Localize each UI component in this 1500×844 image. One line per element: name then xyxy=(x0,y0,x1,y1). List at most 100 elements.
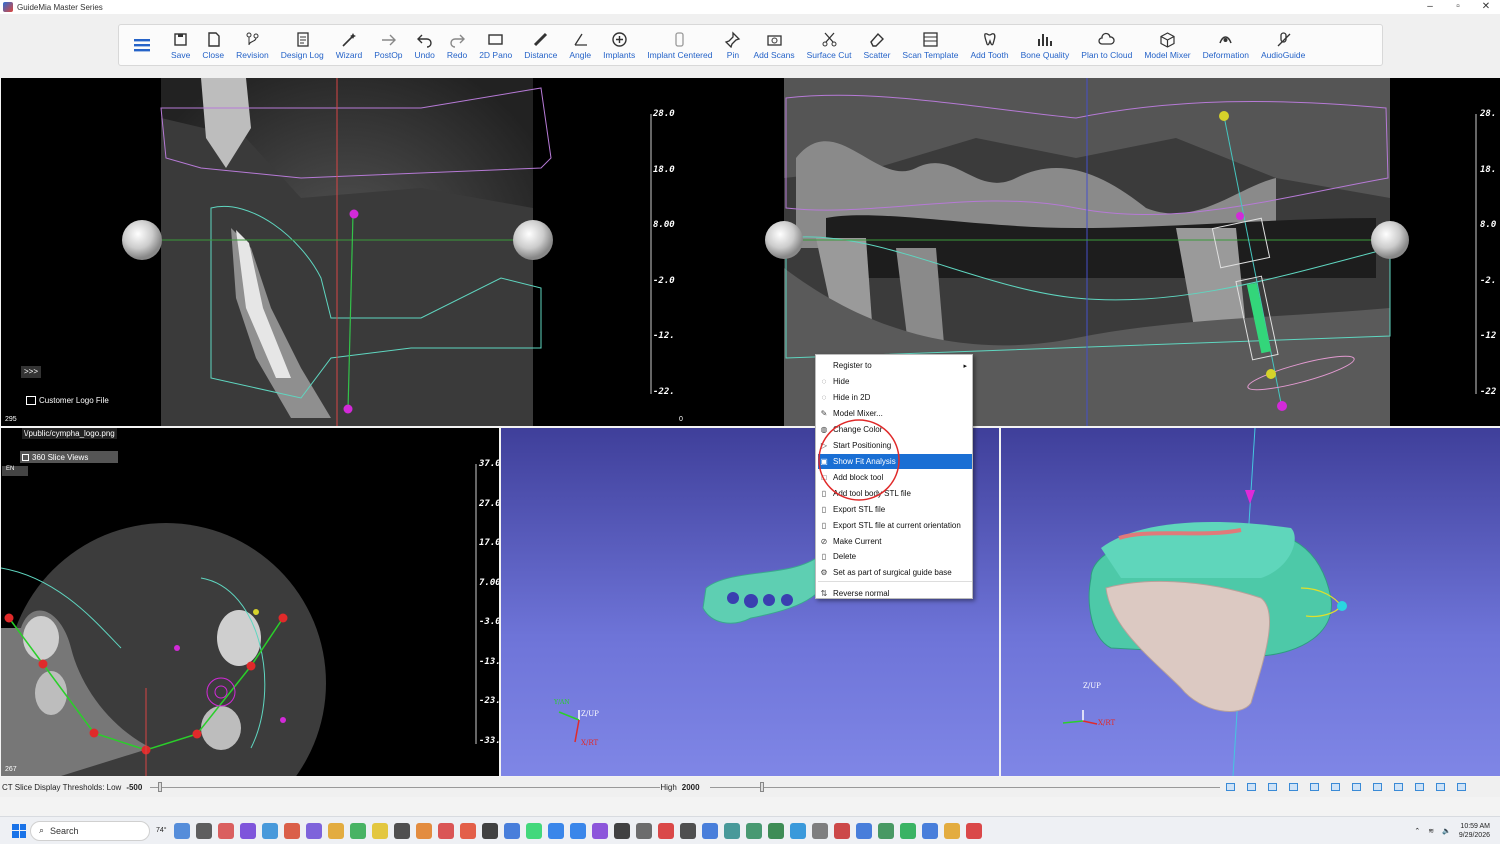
taskbar-app-icon[interactable] xyxy=(767,822,784,839)
taskbar-app-icon[interactable] xyxy=(393,822,410,839)
customer-logo-row[interactable]: Customer Logo File xyxy=(26,396,109,405)
toolbar-model-mixer-button[interactable]: Model Mixer xyxy=(1138,25,1196,65)
taskbar-app-icon[interactable] xyxy=(195,822,212,839)
taskbar-app-icon[interactable] xyxy=(701,822,718,839)
taskbar-app-icon[interactable] xyxy=(613,822,630,839)
toolbar-pin-button[interactable]: Pin xyxy=(718,25,747,65)
taskbar-app-icon[interactable] xyxy=(657,822,674,839)
toolbar-implant-centered-button[interactable]: Implant Centered xyxy=(641,25,718,65)
taskbar-app-icon[interactable] xyxy=(789,822,806,839)
tray-chevron-icon[interactable]: ⌃ xyxy=(1414,827,1420,835)
hamburger-menu-button[interactable] xyxy=(119,25,165,65)
toolbar-close-button[interactable]: Close xyxy=(196,25,230,65)
start-button[interactable] xyxy=(12,823,26,838)
sagittal-viewport[interactable]: 28.0 18.0 8.00 -2.0 -12. -22. >>> Customer Lo… xyxy=(1,78,677,426)
taskbar-app-icon[interactable] xyxy=(481,822,498,839)
toolbar-plan-to-cloud-button[interactable]: Plan to Cloud xyxy=(1075,25,1138,65)
toolbar-revision-button[interactable]: Revision xyxy=(230,25,275,65)
logo-path-field[interactable]: \/public/cympha_logo.png xyxy=(22,428,117,439)
language-selector[interactable]: EN xyxy=(2,466,28,476)
view-layout-icon[interactable] xyxy=(1393,783,1403,791)
view-layout-icon[interactable] xyxy=(1414,783,1424,791)
taskbar-app-icon[interactable] xyxy=(921,822,938,839)
view-layout-icon[interactable] xyxy=(1225,783,1235,791)
view-layout-icon[interactable] xyxy=(1309,783,1319,791)
wifi-icon[interactable]: ≋ xyxy=(1428,827,1434,835)
taskbar-app-icon[interactable] xyxy=(261,822,278,839)
low-slider-thumb[interactable] xyxy=(158,782,163,792)
taskbar-app-icon[interactable] xyxy=(283,822,300,839)
toolbar-save-button[interactable]: Save xyxy=(165,25,196,65)
volume-icon[interactable]: 🔈 xyxy=(1442,827,1451,835)
taskbar-app-icon[interactable] xyxy=(173,822,190,839)
taskbar-app-icon[interactable] xyxy=(305,822,322,839)
menu-item-set-as-part-of-surgical-guide-base[interactable]: ⚙ Set as part of surgical guide base xyxy=(818,565,972,580)
toolbar-postop-button[interactable]: PostOp xyxy=(368,25,408,65)
minimize-button[interactable]: – xyxy=(1416,0,1444,14)
clock[interactable]: 10:59 AM 9/29/2026 xyxy=(1459,822,1490,840)
toolbar-scan-template-button[interactable]: Scan Template xyxy=(896,25,964,65)
taskbar-app-icon[interactable] xyxy=(833,822,850,839)
taskbar-app-icon[interactable] xyxy=(877,822,894,839)
close-window-button[interactable]: ✕ xyxy=(1472,0,1500,14)
taskbar-app-icon[interactable] xyxy=(723,822,740,839)
view-layout-icon[interactable] xyxy=(1288,783,1298,791)
toolbar-add-scans-button[interactable]: Add Scans xyxy=(747,25,800,65)
taskbar-app-icon[interactable] xyxy=(591,822,608,839)
taskbar-app-icon[interactable] xyxy=(547,822,564,839)
high-threshold-slider[interactable] xyxy=(709,782,1220,792)
taskbar-app-icon[interactable] xyxy=(525,822,542,839)
menu-item-export-stl-file-at-current-orientation[interactable]: ▯ Export STL file at current orientation xyxy=(818,518,972,533)
taskbar-app-icon[interactable] xyxy=(943,822,960,839)
taskbar-app-icon[interactable] xyxy=(811,822,828,839)
taskbar-app-icon[interactable] xyxy=(349,822,366,839)
menu-item-hide[interactable]: ◌ Hide xyxy=(818,374,972,389)
toolbar-surface-cut-button[interactable]: Surface Cut xyxy=(801,25,858,65)
taskbar-app-icon[interactable] xyxy=(217,822,234,839)
taskbar-app-icon[interactable] xyxy=(415,822,432,839)
restore-button[interactable]: ▫ xyxy=(1444,0,1472,14)
toolbar-2d-pano-button[interactable]: 2D Pano xyxy=(473,25,518,65)
taskbar-app-icon[interactable] xyxy=(855,822,872,839)
weather-label[interactable]: 74° xyxy=(156,827,167,834)
toolbar-add-tooth-button[interactable]: Add Tooth xyxy=(964,25,1014,65)
menu-item-delete[interactable]: ▯ Delete xyxy=(818,549,972,564)
taskbar-app-icon[interactable] xyxy=(965,822,982,839)
menu-item-hide-in-2d[interactable]: ◌ Hide in 2D xyxy=(818,390,972,405)
taskbar-app-icon[interactable] xyxy=(899,822,916,839)
taskbar-app-icon[interactable] xyxy=(459,822,476,839)
axial-viewport[interactable]: 37.0 27.0 17.0 7.00 -3.0 -13. -23. -33. 267 xyxy=(1,428,499,776)
menu-item-reverse-normal[interactable]: ⇅ Reverse normal xyxy=(818,586,972,601)
taskbar-app-icon[interactable] xyxy=(745,822,762,839)
view-layout-icon[interactable] xyxy=(1456,783,1466,791)
high-slider-thumb[interactable] xyxy=(759,782,764,792)
taskbar-app-icon[interactable] xyxy=(371,822,388,839)
toolbar-wizard-button[interactable]: Wizard xyxy=(330,25,368,65)
view-layout-icon[interactable] xyxy=(1246,783,1256,791)
taskbar-app-icon[interactable] xyxy=(679,822,696,839)
taskbar-app-icon[interactable] xyxy=(239,822,256,839)
slice-views-toggle[interactable]: 360 Slice Views xyxy=(20,451,118,463)
toolbar-bone-quality-button[interactable]: Bone Quality xyxy=(1015,25,1076,65)
toolbar-undo-button[interactable]: Undo xyxy=(409,25,441,65)
toolbar-angle-button[interactable]: Angle xyxy=(563,25,597,65)
taskbar-app-icon[interactable] xyxy=(327,822,344,839)
taskbar-app-icon[interactable] xyxy=(437,822,454,839)
view-layout-icon[interactable] xyxy=(1267,783,1277,791)
taskbar-search[interactable]: ⌕ Search xyxy=(30,820,150,841)
view-layout-icon[interactable] xyxy=(1330,783,1340,791)
toolbar-redo-button[interactable]: Redo xyxy=(441,25,473,65)
toolbar-distance-button[interactable]: Distance xyxy=(518,25,563,65)
toolbar-design-log-button[interactable]: Design Log xyxy=(275,25,330,65)
view-layout-icon[interactable] xyxy=(1372,783,1382,791)
toolbar-deformation-button[interactable]: Deformation xyxy=(1197,25,1255,65)
toolbar-implants-button[interactable]: Implants xyxy=(597,25,641,65)
taskbar-app-icon[interactable] xyxy=(569,822,586,839)
menu-item-make-current[interactable]: ⊘ Make Current xyxy=(818,534,972,549)
view-layout-icon[interactable] xyxy=(1435,783,1445,791)
low-threshold-slider[interactable] xyxy=(150,782,661,792)
toolbar-scatter-button[interactable]: Scatter xyxy=(857,25,896,65)
pano-viewport[interactable]: 28. 18. 8.0 -2. -12 -22 0 xyxy=(676,78,1500,426)
model-3d-viewport[interactable]: Z/UP X/RT xyxy=(1001,428,1500,776)
view-layout-icon[interactable] xyxy=(1351,783,1361,791)
